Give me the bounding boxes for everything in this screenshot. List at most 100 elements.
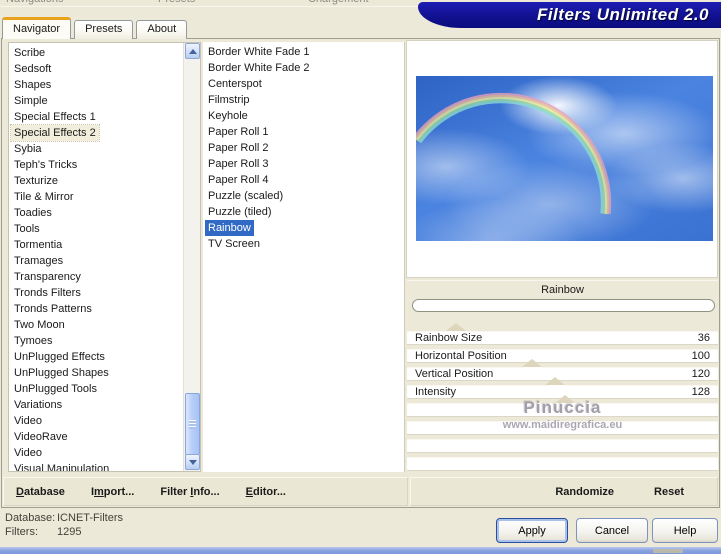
chevron-down-icon [188,459,197,469]
preview-image[interactable] [416,76,713,241]
category-list-item[interactable]: Visual Manipulation [11,461,112,471]
filter-list-item[interactable]: Border White Fade 1 [205,44,313,60]
slider-row[interactable]: Vertical Position 120 [407,367,718,385]
slider-thumb-icon[interactable] [545,377,566,385]
category-list-item[interactable]: Tools [11,221,43,237]
title-banner: Filters Unlimited 2.0 [418,2,721,28]
chevron-up-icon [188,45,197,54]
apply-button[interactable]: Apply [496,518,568,543]
category-list-item[interactable]: Video [11,445,45,461]
filter-list-item[interactable]: Puzzle (tiled) [205,204,275,220]
filter-list-item[interactable]: Paper Roll 1 [205,124,272,140]
category-list-item[interactable]: UnPlugged Shapes [11,365,112,381]
toolbar-button[interactable]: Reset [654,486,684,498]
category-list-item[interactable]: Tile & Mirror [11,189,76,205]
category-list-item[interactable]: Tymoes [11,333,56,349]
category-list-item[interactable]: UnPlugged Tools [11,381,100,397]
toolbar-button[interactable]: Editor... [246,486,286,498]
filter-list-item[interactable]: Border White Fade 2 [205,60,313,76]
tab[interactable]: Presets [74,20,134,39]
progress-bar [412,299,715,312]
slider-thumb-icon[interactable] [554,395,575,403]
filter-list-item[interactable]: TV Screen [205,236,263,252]
category-list-item[interactable]: Two Moon [11,317,68,333]
category-list-item[interactable]: Variations [11,397,65,413]
slider-label: Horizontal Position [415,350,507,362]
slider-label: Intensity [415,386,456,398]
category-list-item[interactable]: Transparency [11,269,84,285]
empty-slider-row [407,403,718,417]
toolbar-left: Database Import... Filter Info... Editor… [3,477,408,506]
category-list-item[interactable]: Simple [11,93,51,109]
tab[interactable]: Navigator [2,17,72,39]
slider-row[interactable]: Rainbow Size 36 [407,323,718,345]
category-list-item[interactable]: Tronds Filters [11,285,84,301]
background-text-fragment: Navigations [6,0,63,5]
rainbow-arc-graphic [416,92,612,215]
app-title: Filters Unlimited 2.0 [536,5,709,24]
slider-value: 100 [691,350,710,362]
category-list-item[interactable]: Scribe [11,45,48,61]
empty-slider-row [407,421,718,435]
filter-list-item[interactable]: Filmstrip [205,92,253,108]
category-list-item[interactable]: Special Effects 1 [11,109,99,125]
category-list-item[interactable]: Tramages [11,253,66,269]
toolbar-button[interactable]: Randomize [555,486,614,498]
category-list-item[interactable]: Texturize [11,173,61,189]
empty-slider-row [407,439,718,453]
category-list-item[interactable]: VideoRave [11,429,71,445]
category-list-item[interactable]: Shapes [11,77,54,93]
slider-row[interactable]: Horizontal Position 100 [407,349,718,367]
toolbar-right: Randomize Reset [410,477,718,506]
filters-count-value: 1295 [57,526,82,538]
status-area: Database: ICNET-Filters Filters: 1295 [5,511,123,539]
background-text-fragment: Chargement [308,0,369,5]
preview-panel [406,40,718,278]
scrollbar-thumb[interactable] [185,393,200,455]
background-window-bottom-edge [0,547,721,554]
scroll-up-button[interactable] [185,43,200,59]
slider-thumb-icon[interactable] [446,323,467,331]
category-list-item[interactable]: Video [11,413,45,429]
filter-list[interactable]: Border White Fade 1 Border White Fade 2 Ce… [203,42,405,472]
filters-unlimited-dialog: Navigations Presets Chargement Filters U… [0,0,721,554]
slider-row[interactable]: Intensity 128 [407,385,718,403]
category-list-item[interactable]: Toadies [11,205,55,221]
filter-list-item[interactable]: Paper Roll 3 [205,156,272,172]
toolbar-button[interactable]: Filter Info... [160,486,219,498]
parameter-sliders: Rainbow Size 36 Horizontal Position 100 … [407,323,718,475]
category-list[interactable]: Scribe Sedsoft Shapes Simple Special Effects… [8,42,201,472]
background-text-fragment: Presets [158,0,195,5]
filter-list-item[interactable]: Centerspot [205,76,265,92]
slider-thumb-icon[interactable] [521,359,542,367]
empty-slider-row [407,457,718,471]
slider-value: 36 [697,332,710,344]
tab-bar: Navigator Presets About [2,17,188,39]
database-value: ICNET-Filters [57,512,123,524]
panel-divider [404,42,405,472]
category-list-item[interactable]: Tronds Patterns [11,301,95,317]
category-list-item[interactable]: UnPlugged Effects [11,349,108,365]
filter-list-item[interactable]: Paper Roll 2 [205,140,272,156]
database-label: Database: [5,512,56,524]
filter-list-item[interactable]: Rainbow [205,220,254,236]
category-list-item[interactable]: Sedsoft [11,61,54,77]
slider-label: Rainbow Size [415,332,483,344]
filter-list-item[interactable]: Paper Roll 4 [205,172,272,188]
background-window-resize-notch [653,549,683,553]
help-button[interactable]: Help [652,518,718,543]
category-scrollbar[interactable] [183,43,200,471]
toolbar-button[interactable]: Import... [91,486,134,498]
toolbar-button[interactable]: Database [16,486,65,498]
cancel-button[interactable]: Cancel [576,518,648,543]
slider-value: 120 [691,368,710,380]
category-list-item[interactable]: Teph's Tricks [11,157,80,173]
category-list-item[interactable]: Sybia [11,141,45,157]
category-list-item[interactable]: Special Effects 2 [10,124,100,142]
category-list-item[interactable]: Tormentia [11,237,65,253]
tab[interactable]: About [136,20,188,39]
slider-value: 128 [691,386,710,398]
scroll-down-button[interactable] [185,454,200,470]
filter-list-item[interactable]: Keyhole [205,108,251,124]
filter-list-item[interactable]: Puzzle (scaled) [205,188,286,204]
